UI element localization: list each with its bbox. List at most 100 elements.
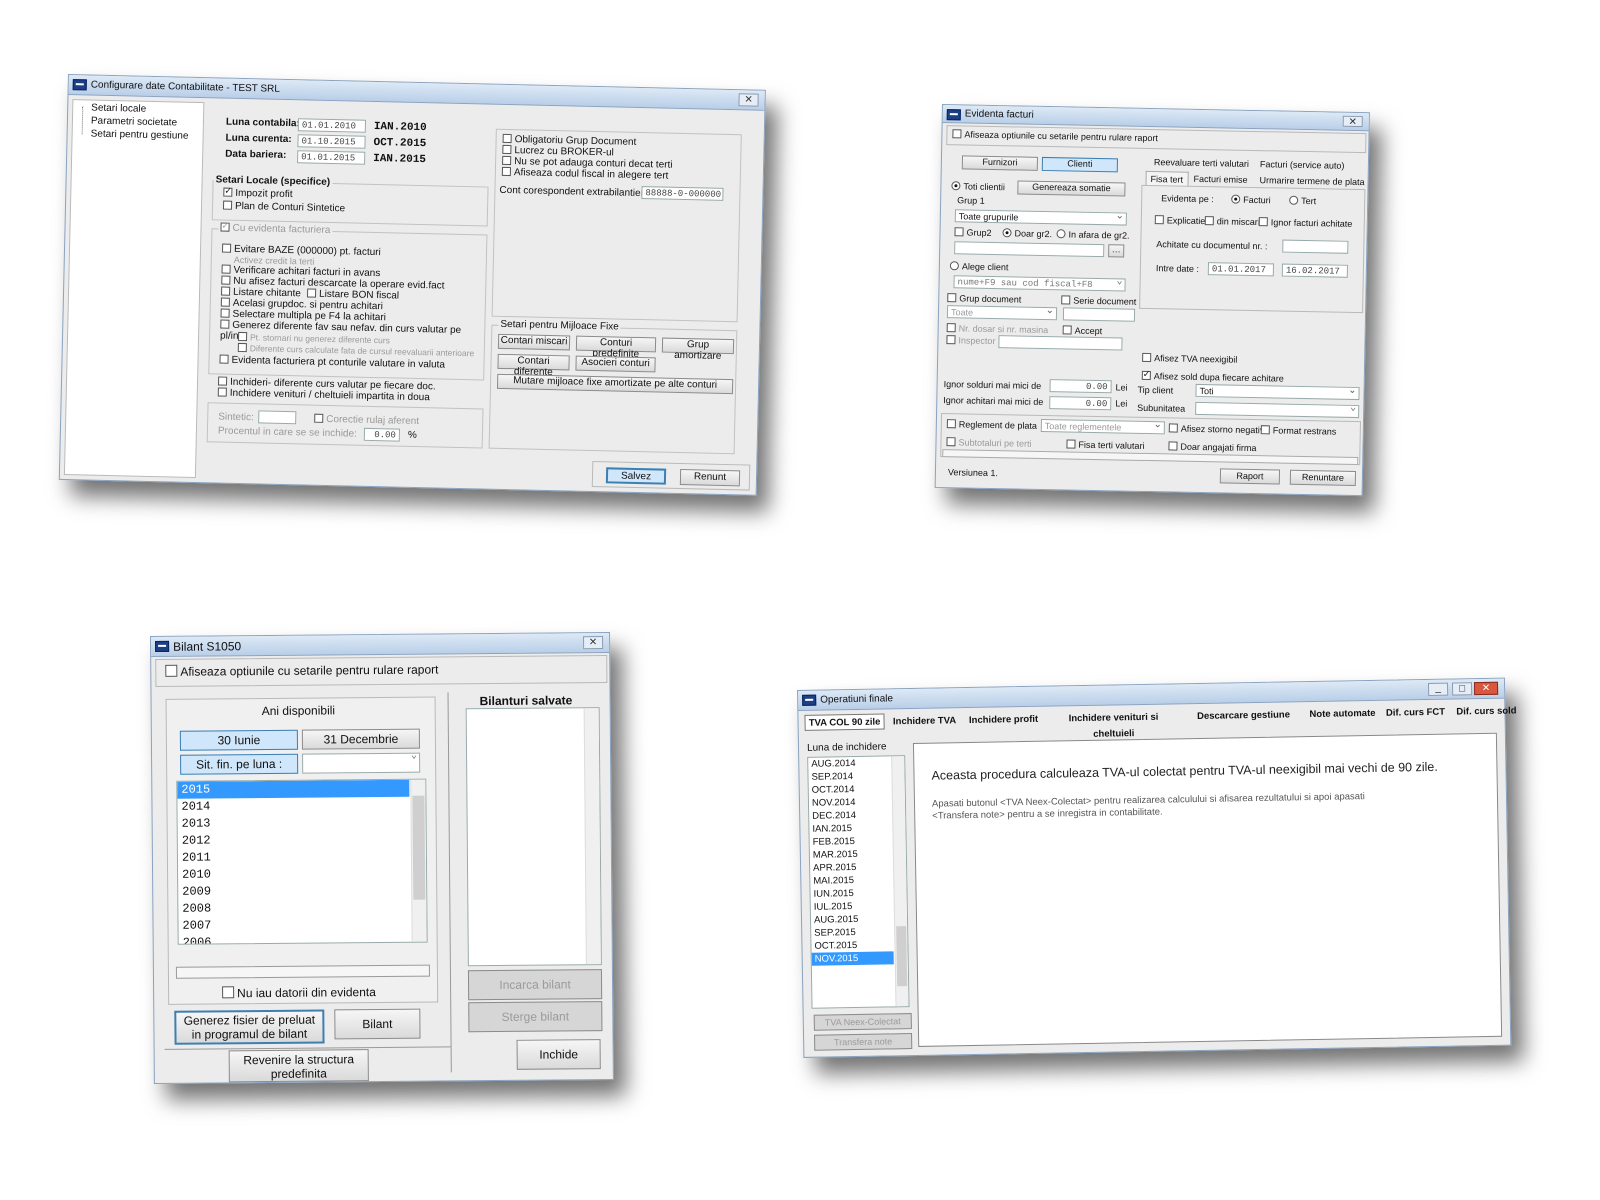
salvez-button[interactable]: Salvez: [605, 467, 667, 485]
tab-1[interactable]: Inchidere TVA: [888, 712, 960, 729]
tab-0[interactable]: TVA COL 90 zile: [804, 713, 885, 731]
bilant-button[interactable]: Bilant: [334, 1008, 421, 1040]
ignor-solduri-input[interactable]: 0.00: [1049, 379, 1112, 394]
mutare-button[interactable]: Mutare mijloace fixe amortizate pe alte …: [496, 373, 734, 395]
sterge-button[interactable]: Sterge bilant: [468, 1001, 603, 1033]
asocieri-conturi-button[interactable]: Asocieri conturi: [575, 355, 656, 373]
tab-4[interactable]: Descarcare gestiune: [1184, 706, 1302, 724]
date-to-input[interactable]: 16.02.2017: [1281, 263, 1348, 278]
ignor-achitari-input[interactable]: 0.00: [1049, 396, 1112, 411]
grup2-input[interactable]: [954, 241, 1105, 258]
close-icon[interactable]: ✕: [738, 93, 759, 107]
scroll-thumb[interactable]: [412, 795, 426, 900]
achitate-cu-input[interactable]: [1282, 239, 1349, 254]
tab-reevaluare[interactable]: Reevaluare terti valutari: [1154, 157, 1249, 169]
serie-document-checkbox[interactable]: Serie document: [1061, 295, 1136, 307]
contari-diferente-button[interactable]: Contari diferente: [497, 353, 570, 378]
scrollbar[interactable]: [583, 708, 601, 965]
data-bariera-input[interactable]: 01.01.2015: [297, 150, 366, 165]
scroll-thumb[interactable]: [896, 926, 908, 987]
tab-facturi-emise[interactable]: Facturi emise: [1194, 174, 1248, 185]
tab-5[interactable]: Note automate: [1306, 705, 1378, 722]
tab-7[interactable]: Dif. curs sold: [1452, 702, 1520, 719]
sit-fin-select[interactable]: [302, 752, 421, 774]
grup-document-checkbox[interactable]: Grup document: [947, 293, 1021, 305]
year-item[interactable]: 2008: [178, 899, 410, 918]
luna-curenta-input[interactable]: 01.10.2015: [297, 134, 366, 149]
maximize-icon[interactable]: □: [1451, 682, 1473, 696]
years-list[interactable]: 2015 2014 2013 2012 2011 2010 2009 2008 2007 2006: [176, 778, 428, 945]
tab-2[interactable]: Inchidere profit: [964, 711, 1042, 728]
afisez-sold-checkbox[interactable]: Afisez sold dupa fiecare achitare: [1141, 370, 1284, 384]
saved-list[interactable]: [465, 707, 602, 967]
renuntare-button[interactable]: Renuntare: [1289, 469, 1357, 487]
tab-facturi-service[interactable]: Facturi (service auto): [1260, 159, 1345, 171]
decembrie-button[interactable]: 31 Decembrie: [301, 728, 420, 750]
tree-item-parametri[interactable]: Parametri societate: [91, 116, 177, 129]
tab-6[interactable]: Dif. curs FCT: [1382, 704, 1448, 721]
tree-item-setari-locale[interactable]: Setari locale: [91, 103, 146, 115]
impozit-checkbox[interactable]: Impozit profit: [223, 187, 293, 200]
tip-client-select[interactable]: Toti: [1195, 383, 1360, 401]
fisa-terti-checkbox[interactable]: Fisa terti valutari: [1066, 439, 1145, 451]
year-item[interactable]: 2015: [177, 779, 410, 799]
year-item[interactable]: 2010: [178, 865, 410, 884]
renunt-button[interactable]: Renunt: [679, 468, 741, 487]
generez-fisier-button[interactable]: Generez fisier de preluat in programul d…: [174, 1009, 325, 1045]
nu-iau-checkbox[interactable]: Nu iau datorii din evidenta: [222, 985, 376, 1000]
sit-fin-button[interactable]: Sit. fin. pe luna :: [180, 753, 299, 775]
doar-gr2-radio[interactable]: Doar gr2.: [1002, 228, 1052, 239]
incarca-button[interactable]: Incarca bilant: [467, 969, 603, 1001]
inspector-checkbox[interactable]: Inspector: [946, 335, 996, 346]
in-afara-radio[interactable]: In afara de gr2.: [1056, 229, 1130, 241]
year-item[interactable]: 2007: [178, 916, 410, 935]
close-icon[interactable]: ✕: [583, 636, 604, 650]
doar-angajati-checkbox[interactable]: Doar angajati firma: [1168, 441, 1257, 453]
year-item[interactable]: 2014: [177, 797, 409, 816]
year-item[interactable]: 2009: [178, 882, 410, 901]
cont-corespondent-input[interactable]: 88888-0-000000: [641, 186, 724, 201]
subunitatea-select[interactable]: [1195, 401, 1360, 419]
year-item[interactable]: 2012: [178, 831, 410, 850]
inspector-input[interactable]: [998, 335, 1123, 351]
serie-document-input[interactable]: [1062, 307, 1136, 322]
evidenta-valuta-checkbox[interactable]: Evidenta facturiera pt conturile valutar…: [219, 354, 445, 371]
close-icon[interactable]: ✕: [1473, 681, 1499, 696]
facturiera-checkbox[interactable]: Cu evidenta facturiera: [218, 222, 333, 237]
grup2-checkbox[interactable]: Grup2: [954, 227, 992, 238]
format-restrans-checkbox[interactable]: Format restrans: [1260, 425, 1336, 437]
grup-amortizare-button[interactable]: Grup amortizare: [661, 337, 735, 362]
corectie-checkbox[interactable]: Corectie rulaj aferent: [314, 413, 419, 427]
afisez-storno-checkbox[interactable]: Afisez storno negativ: [1168, 423, 1264, 435]
clienti-button[interactable]: Clienti: [1041, 156, 1118, 173]
raport-button[interactable]: Raport: [1219, 468, 1281, 485]
contari-miscari-button[interactable]: Contari miscari: [497, 333, 571, 351]
iunie-button[interactable]: 30 Iunie: [179, 729, 298, 751]
inchide-button[interactable]: Inchide: [516, 1039, 601, 1070]
procent-input[interactable]: 0.00: [363, 427, 401, 442]
year-item[interactable]: 2006: [179, 933, 411, 944]
scrollbar[interactable]: [410, 779, 427, 942]
tert-radio[interactable]: Tert: [1289, 195, 1316, 206]
conturi-predefinite-button[interactable]: Conturi predefinite: [575, 335, 657, 360]
din-miscari-checkbox[interactable]: din miscari: [1204, 216, 1260, 227]
date-from-input[interactable]: 01.01.2017: [1207, 262, 1275, 277]
revenire-button[interactable]: Revenire la structura predefinita: [228, 1049, 369, 1083]
client-search-input[interactable]: nume+F9 sau cod fiscal+F8: [953, 275, 1126, 292]
reglement-checkbox[interactable]: Reglement de plata: [946, 419, 1037, 431]
luna-contabila-input[interactable]: 01.01.2010: [297, 118, 367, 133]
facturi-radio[interactable]: Facturi: [1231, 194, 1271, 205]
minimize-icon[interactable]: _: [1427, 682, 1449, 696]
alege-client-radio[interactable]: Alege client: [949, 261, 1009, 272]
sintetic-input[interactable]: [258, 410, 297, 425]
month-item[interactable]: NOV.2015: [811, 951, 894, 966]
genereaza-somatie-button[interactable]: Genereaza somatie: [1017, 180, 1126, 197]
tva-neex-button[interactable]: TVA Neex-Colectat: [813, 1013, 912, 1031]
grup1-select[interactable]: Toate grupurile: [954, 209, 1127, 226]
nr-dosar-checkbox[interactable]: Nr. dosar si nr. masina: [946, 323, 1048, 335]
tab-urmarire[interactable]: Urmarire termene de plata: [1260, 175, 1365, 187]
scrollbar[interactable]: [891, 756, 909, 1007]
tab-3[interactable]: Inchidere venituri si cheltuieli: [1046, 708, 1180, 740]
plan-conturi-checkbox[interactable]: Plan de Conturi Sintetice: [222, 200, 345, 214]
explicatie-checkbox[interactable]: Explicatie: [1154, 215, 1205, 226]
